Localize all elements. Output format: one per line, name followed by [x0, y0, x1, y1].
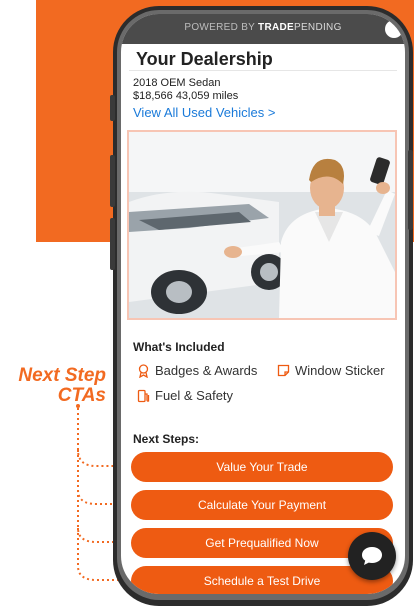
feature-badges-awards[interactable]: Badges & Awards	[137, 363, 257, 378]
phone-mute-switch	[110, 95, 115, 121]
feature-label: Fuel & Safety	[155, 388, 234, 403]
feature-label: Badges & Awards	[155, 363, 258, 378]
badge-icon	[137, 363, 150, 378]
sticker-icon	[277, 364, 290, 377]
dealership-title: Your Dealership	[136, 49, 273, 69]
divider	[129, 70, 397, 71]
calculate-payment-button[interactable]: Calculate Your Payment	[131, 490, 393, 520]
phone-power-button	[408, 150, 413, 230]
powered-prefix: POWERED BY	[184, 22, 259, 33]
next-steps-heading: Next Steps:	[133, 432, 200, 446]
chat-button[interactable]	[348, 532, 396, 580]
feature-window-sticker[interactable]: Window Sticker	[277, 363, 385, 378]
view-all-vehicles-link[interactable]: View All Used Vehicles >	[133, 105, 275, 120]
phone-screen: POWERED BY TRADEPENDING Your Dealership …	[121, 14, 405, 594]
vehicle-name: 2018 OEM Sedan	[133, 77, 221, 89]
fuel-icon	[137, 389, 150, 403]
camera-notch	[385, 20, 403, 38]
feature-fuel-safety[interactable]: Fuel & Safety	[137, 388, 233, 403]
whats-included-heading: What's Included	[133, 340, 225, 354]
powered-by-bar: POWERED BY TRADEPENDING	[121, 14, 405, 44]
powered-by-text: POWERED BY TRADEPENDING	[121, 22, 405, 33]
salesman-with-cars-photo	[129, 132, 395, 318]
brand-rest: PENDING	[293, 22, 342, 33]
chat-bubble-icon	[362, 547, 382, 565]
value-trade-button[interactable]: Value Your Trade	[131, 452, 393, 482]
feature-label: Window Sticker	[295, 363, 385, 378]
vehicle-price-miles: $18,566 43,059 miles	[133, 90, 239, 102]
brand-bold: TRADE	[258, 22, 294, 33]
phone-volume-up-button	[110, 155, 115, 207]
phone-volume-down-button	[110, 218, 115, 270]
